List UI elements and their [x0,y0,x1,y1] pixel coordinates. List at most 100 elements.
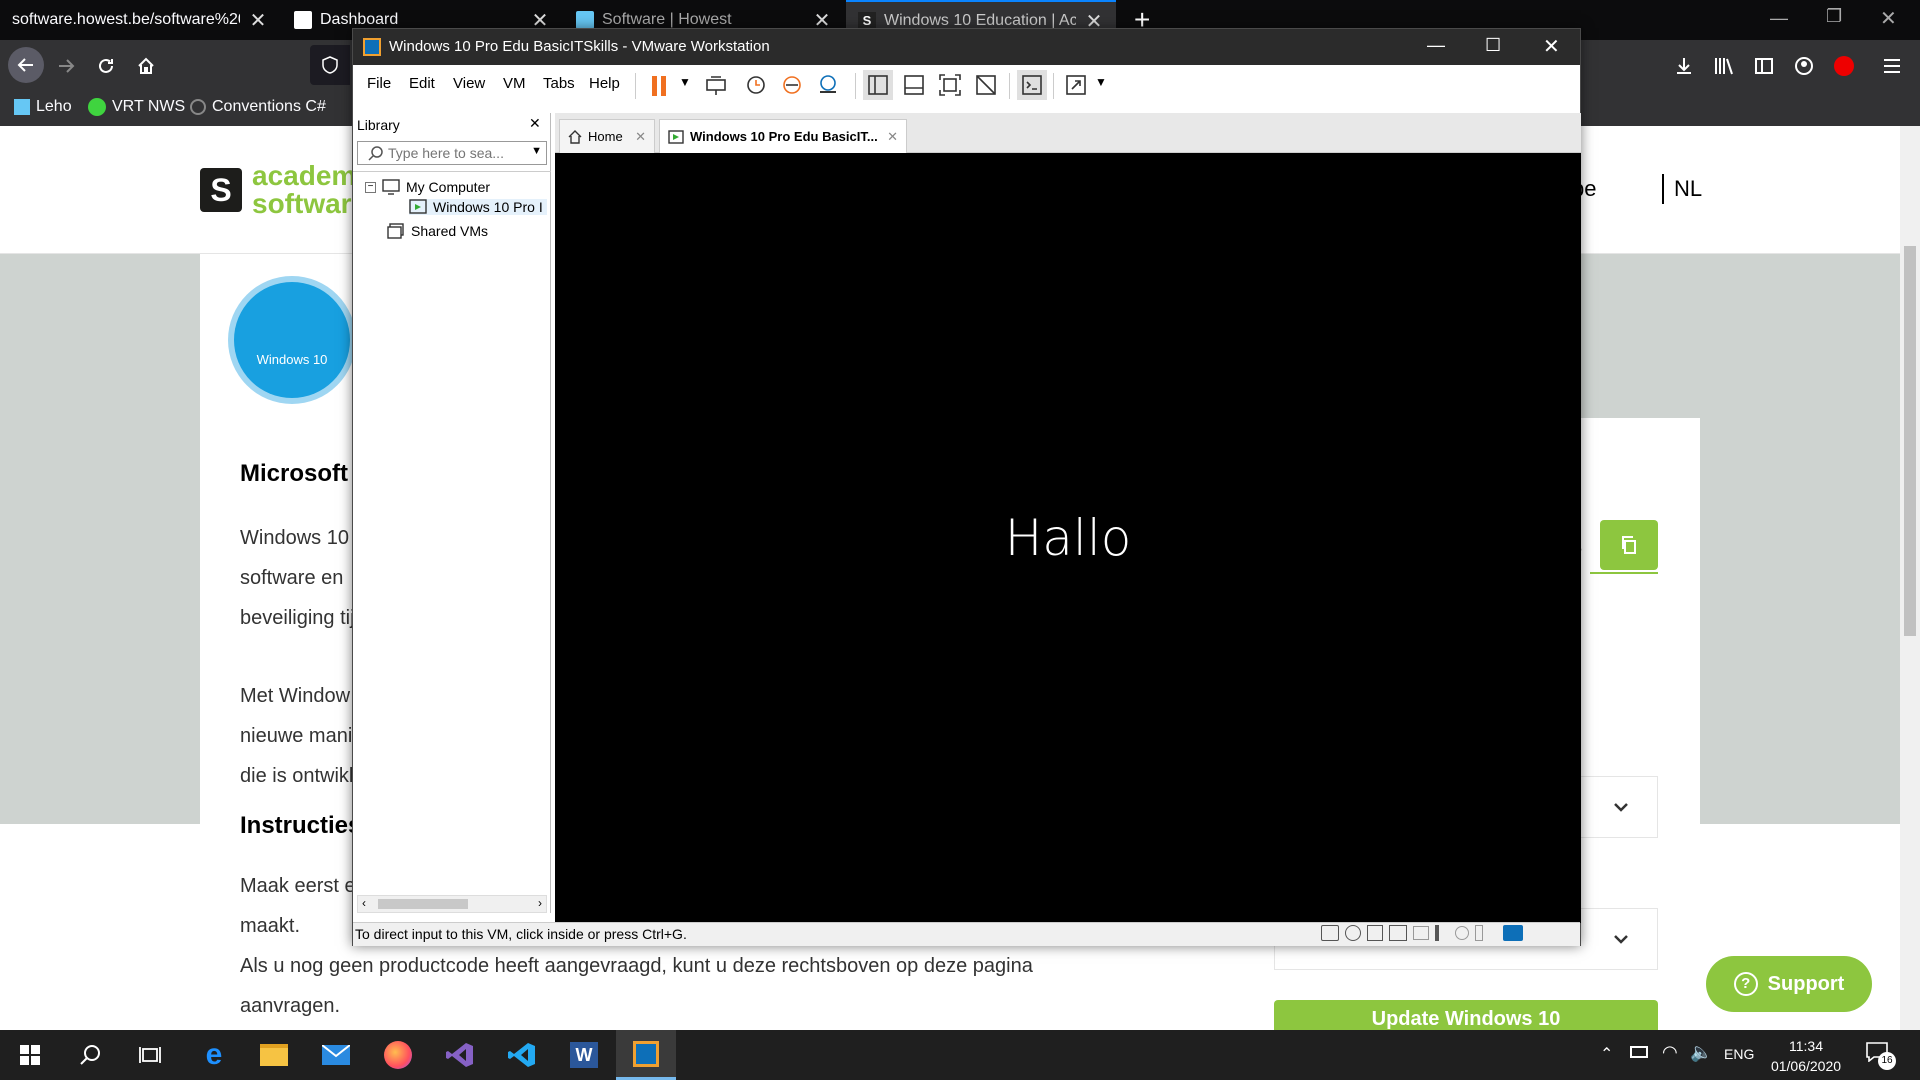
visual-studio-app[interactable] [430,1030,490,1080]
snapshot-icon[interactable] [745,74,767,96]
bookmark-leho[interactable]: Leho [14,98,72,116]
close-icon[interactable]: ✕ [1543,34,1560,59]
firefox-app[interactable] [368,1030,428,1080]
collapse-icon[interactable]: − [365,181,376,193]
folder-icon [260,1044,288,1066]
library-icon[interactable] [1708,50,1740,82]
thumbnail-bar-icon[interactable] [899,70,929,100]
file-explorer-app[interactable] [244,1030,304,1080]
support-button[interactable]: ? Support [1706,956,1872,1012]
message-log-icon[interactable] [1503,925,1523,941]
console-view-icon[interactable] [1017,70,1047,100]
pause-icon[interactable] [651,76,669,96]
word-app[interactable]: W [554,1030,614,1080]
language-switch[interactable]: NL [1674,176,1702,202]
menu-edit[interactable]: Edit [409,75,435,92]
network-adapter-icon[interactable] [1389,925,1407,941]
unity-icon[interactable] [971,70,1001,100]
tree-item-shared-vms[interactable]: Shared VMs [387,223,488,239]
url-bar[interactable] [310,45,350,85]
restore-icon[interactable]: ❐ [1826,6,1842,27]
edge-app[interactable]: e [184,1030,244,1080]
close-tab-icon[interactable]: ✕ [887,129,898,145]
search-dropdown-icon[interactable]: ▼ [531,145,542,157]
wifi-icon[interactable]: ◠ [1662,1042,1678,1063]
clock[interactable]: 11:34 01/06/2020 [1768,1036,1844,1076]
revert-snapshot-icon[interactable] [781,74,803,96]
logo-text[interactable]: academ softwar [252,162,356,218]
floppy-icon[interactable] [1367,925,1383,941]
menu-file[interactable]: File [367,75,391,92]
extension-icon[interactable] [1828,50,1860,82]
logo-line: academ [252,160,357,191]
bookmark-conventions[interactable]: Conventions C# [190,98,326,116]
minimize-icon[interactable]: — [1770,8,1788,29]
forward-icon[interactable] [50,50,82,82]
reload-icon[interactable] [90,50,122,82]
show-hidden-icons[interactable]: ⌃ [1600,1044,1613,1064]
tree-label: Windows 10 Pro I [433,199,543,215]
update-windows-button[interactable]: Update Windows 10 [1274,1000,1658,1030]
close-library-icon[interactable]: ✕ [529,115,541,132]
usb-icon[interactable] [1475,925,1483,941]
menu-vm[interactable]: VM [503,75,526,92]
minimize-icon[interactable]: — [1427,35,1445,56]
snapshot-manager-icon[interactable] [817,74,839,96]
paragraph: Maak eerst e maakt. [240,866,356,946]
vmware-app[interactable] [616,1030,676,1080]
sound-card-icon[interactable] [1435,925,1449,941]
page-scrollbar[interactable] [1900,126,1920,1030]
scroll-right-icon[interactable]: › [538,896,542,910]
display-icon[interactable] [1455,926,1469,940]
stretch-guest-icon[interactable] [1061,70,1091,100]
status-message: To direct input to this VM, click inside… [355,926,687,942]
mail-app[interactable] [306,1030,366,1080]
pause-dropdown-icon[interactable]: ▼ [679,75,691,89]
task-view-button[interactable] [120,1030,180,1080]
tree-item-vm[interactable]: Windows 10 Pro I [409,199,547,215]
stretch-dropdown-icon[interactable]: ▼ [1095,75,1107,89]
menu-view[interactable]: View [453,75,485,92]
account-icon[interactable] [1788,50,1820,82]
vscode-app[interactable] [492,1030,552,1080]
sidebar-icon[interactable] [1748,50,1780,82]
input-language[interactable]: ENG [1724,1046,1754,1062]
volume-icon[interactable]: 🔈 [1690,1042,1712,1063]
scroll-left-icon[interactable]: ‹ [362,896,366,910]
scrollbar-thumb[interactable] [378,899,468,909]
start-button[interactable] [0,1030,60,1080]
maximize-icon[interactable]: ☐ [1485,35,1501,56]
menu-icon[interactable] [1876,50,1908,82]
show-library-icon[interactable] [863,70,893,100]
vm-console-screen[interactable]: Hallo [555,153,1581,923]
printer-icon[interactable] [1413,926,1429,940]
close-tab-icon[interactable]: ✕ [248,8,268,33]
action-center[interactable]: 16 [1866,1042,1896,1070]
library-search-input[interactable] [388,143,518,163]
battery-icon[interactable] [1630,1046,1648,1058]
menu-tabs[interactable]: Tabs [543,75,575,92]
search-button[interactable] [60,1030,120,1080]
close-tab-icon[interactable]: ✕ [635,129,646,145]
vrt-bookmark-icon [88,98,106,116]
send-ctrl-alt-del-icon[interactable] [705,74,727,96]
logo-line: softwar [252,188,352,219]
section-heading: Instructies [240,812,362,839]
full-screen-icon[interactable] [935,70,965,100]
tab-vm[interactable]: Windows 10 Pro Edu BasicIT... ✕ [659,119,907,153]
back-icon[interactable] [8,47,44,83]
menu-help[interactable]: Help [589,75,620,92]
hard-disk-icon[interactable] [1321,925,1339,941]
browser-tab[interactable]: software.howest.be/software%20stu ✕ [0,0,280,40]
cd-dvd-icon[interactable] [1345,925,1361,941]
close-window-icon[interactable]: ✕ [1880,6,1897,31]
tree-item-my-computer[interactable]: − My Computer [365,179,490,195]
library-search-box[interactable]: ▼ [357,141,547,165]
tab-home[interactable]: Home ✕ [559,119,655,153]
copy-button[interactable] [1600,520,1658,570]
home-icon[interactable] [130,50,162,82]
library-horizontal-scrollbar[interactable]: ‹ › [357,895,547,913]
download-icon[interactable] [1668,50,1700,82]
scrollbar-thumb[interactable] [1904,246,1916,636]
bookmark-vrt-nws[interactable]: VRT NWS [88,98,185,116]
